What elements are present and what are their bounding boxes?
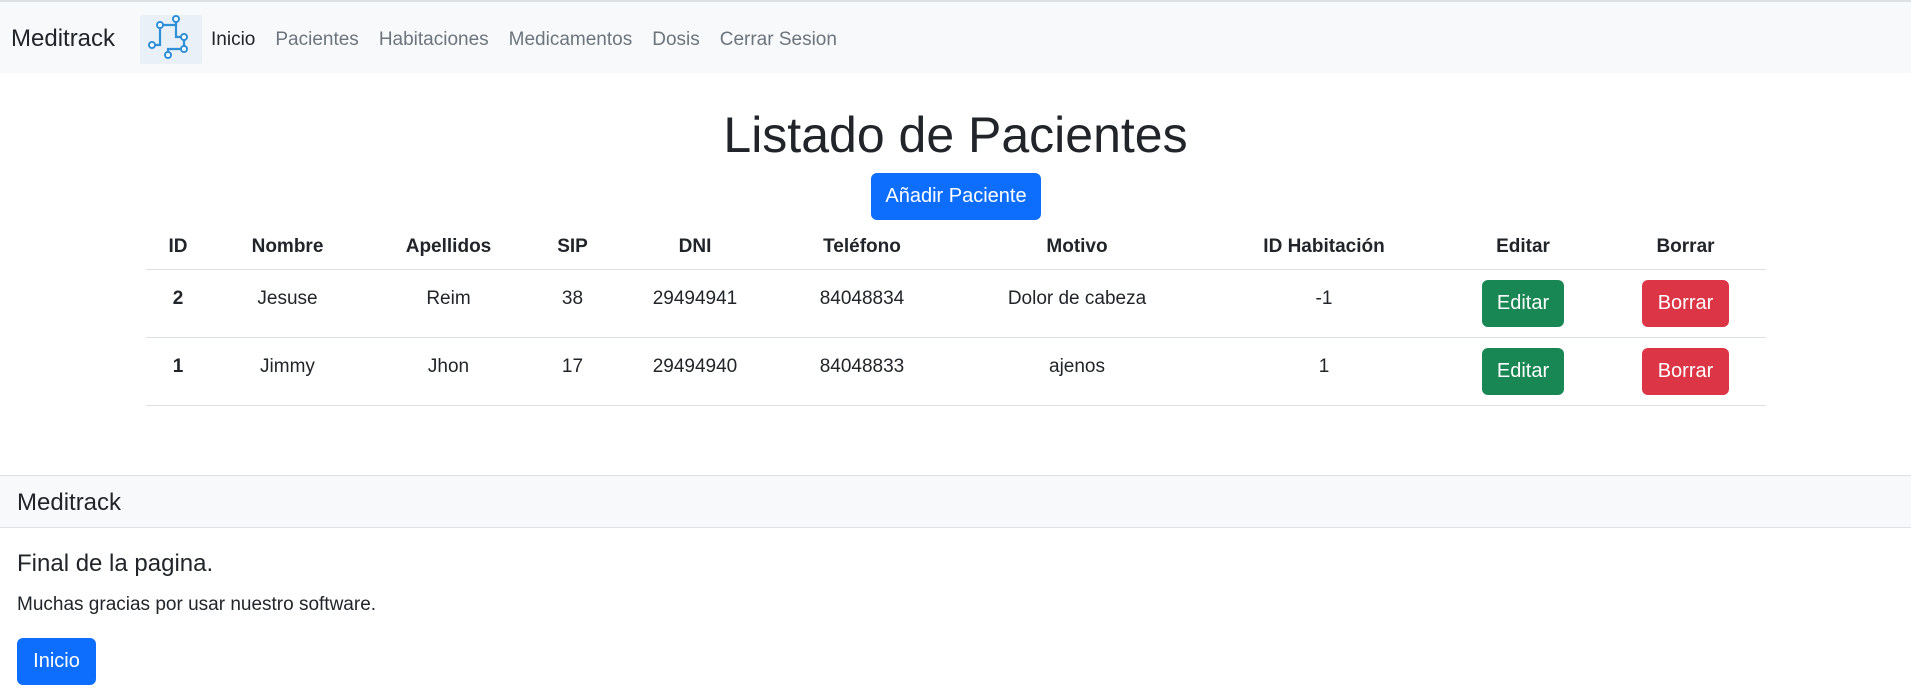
page-title: Listado de Pacientes — [723, 107, 1188, 163]
edit-button[interactable]: Editar — [1482, 347, 1564, 395]
footer-text: Muchas gracias por usar nuestro software… — [17, 594, 377, 615]
column-header-nombre: Nombre — [210, 226, 365, 270]
cell-borrar: Borrar — [1605, 337, 1766, 406]
cell-borrar: Borrar — [1605, 269, 1766, 338]
table-row: 1 Jimmy Jhon 17 29494940 84048833 ajenos… — [146, 337, 1766, 406]
column-header-borrar: Borrar — [1605, 226, 1766, 270]
add-patient-button[interactable]: Añadir Paciente — [871, 173, 1041, 220]
delete-button[interactable]: Borrar — [1642, 347, 1729, 395]
cell-editar: Editar — [1441, 269, 1605, 338]
column-header-dni: DNI — [613, 226, 777, 270]
nav-link-pacientes[interactable]: Pacientes — [265, 28, 368, 52]
cell-telefono: 84048833 — [777, 337, 947, 406]
cell-apellidos: Jhon — [365, 337, 532, 406]
table-row: 2 Jesuse Reim 38 29494941 84048834 Dolor… — [146, 269, 1766, 338]
column-header-motivo: Motivo — [947, 226, 1207, 270]
cell-sip: 17 — [532, 337, 613, 406]
patients-table: ID Nombre Apellidos SIP DNI Teléfono Mot… — [146, 226, 1766, 406]
cell-telefono: 84048834 — [777, 269, 947, 338]
column-header-telefono: Teléfono — [777, 226, 947, 270]
footer-home-button[interactable]: Inicio — [17, 638, 96, 685]
circuit-logo-icon[interactable] — [140, 15, 202, 64]
footer-title: Final de la pagina. — [17, 550, 214, 577]
column-header-id-habitacion: ID Habitación — [1207, 226, 1441, 270]
nav-link-medicamentos[interactable]: Medicamentos — [499, 28, 643, 52]
footer-brand: Meditrack — [17, 489, 122, 516]
navbar-brand[interactable]: Meditrack — [11, 24, 115, 54]
footer-header: Meditrack — [0, 475, 1911, 528]
cell-dni: 29494940 — [613, 337, 777, 406]
nav-link-inicio[interactable]: Inicio — [211, 28, 265, 52]
column-header-editar: Editar — [1441, 226, 1605, 270]
cell-motivo: Dolor de cabeza — [947, 269, 1207, 338]
edit-button[interactable]: Editar — [1482, 279, 1564, 327]
cell-nombre: Jesuse — [210, 269, 365, 338]
cell-dni: 29494941 — [613, 269, 777, 338]
nav-link-dosis[interactable]: Dosis — [642, 28, 710, 52]
cell-id: 2 — [146, 269, 210, 338]
nav-link-cerrar-sesion[interactable]: Cerrar Sesion — [710, 28, 847, 52]
cell-nombre: Jimmy — [210, 337, 365, 406]
cell-apellidos: Reim — [365, 269, 532, 338]
navbar: Meditrack Inicio Pacientes Habitaciones … — [0, 0, 1911, 73]
table-header-row: ID Nombre Apellidos SIP DNI Teléfono Mot… — [146, 226, 1766, 270]
cell-motivo: ajenos — [947, 337, 1207, 406]
cell-id-habitacion: 1 — [1207, 337, 1441, 406]
nav-link-habitaciones[interactable]: Habitaciones — [369, 28, 499, 52]
cell-id-habitacion: -1 — [1207, 269, 1441, 338]
cell-sip: 38 — [532, 269, 613, 338]
column-header-apellidos: Apellidos — [365, 226, 532, 270]
cell-editar: Editar — [1441, 337, 1605, 406]
column-header-sip: SIP — [532, 226, 613, 270]
column-header-id: ID — [146, 226, 210, 270]
nav-links: Inicio Pacientes Habitaciones Medicament… — [211, 28, 847, 52]
cell-id: 1 — [146, 337, 210, 406]
delete-button[interactable]: Borrar — [1642, 279, 1729, 327]
